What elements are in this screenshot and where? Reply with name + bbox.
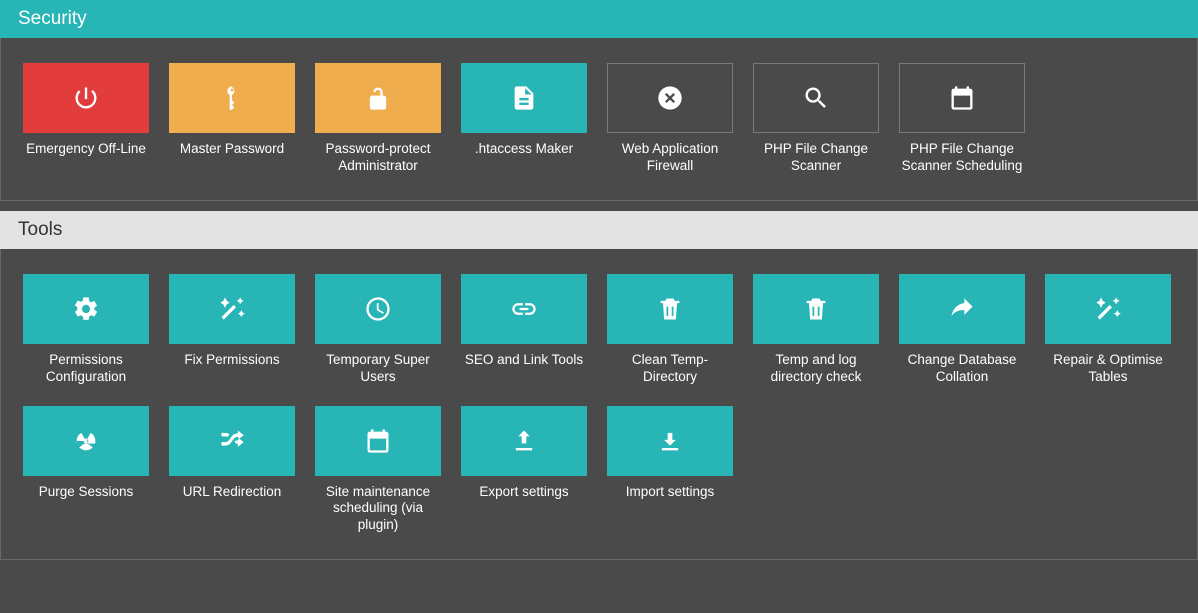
shuffle-icon (169, 406, 295, 476)
security-panel-body: Emergency Off-Line Master Password Passwor… (0, 38, 1198, 201)
master-password-tile[interactable]: Master Password (169, 63, 295, 175)
trash-icon (753, 274, 879, 344)
tools-panel-title: Tools (18, 219, 62, 240)
php-file-change-scanner-tile[interactable]: PHP File Change Scanner (753, 63, 879, 175)
power-icon (23, 63, 149, 133)
circle-x-icon (607, 63, 733, 133)
link-icon (461, 274, 587, 344)
search-icon (753, 63, 879, 133)
tile-label: Site maintenance scheduling (via plugin) (315, 484, 441, 535)
wand-icon (169, 274, 295, 344)
import-icon (607, 406, 733, 476)
export-settings-tile[interactable]: Export settings (461, 406, 587, 535)
tile-label: Purge Sessions (39, 484, 134, 501)
tile-label: Master Password (180, 141, 284, 158)
file-icon (461, 63, 587, 133)
permissions-configuration-tile[interactable]: Permissions Configuration (23, 274, 149, 386)
security-panel-title: Security (18, 8, 87, 29)
clock-icon (315, 274, 441, 344)
temporary-super-users-tile[interactable]: Temporary Super Users (315, 274, 441, 386)
calendar-icon (899, 63, 1025, 133)
clean-temp-directory-tile[interactable]: Clean Temp-Directory (607, 274, 733, 386)
seo-and-link-tools-tile[interactable]: SEO and Link Tools (461, 274, 587, 386)
web-application-firewall-tile[interactable]: Web Application Firewall (607, 63, 733, 175)
tile-label: PHP File Change Scanner Scheduling (899, 141, 1025, 175)
tile-label: Export settings (479, 484, 568, 501)
tile-label: SEO and Link Tools (465, 352, 583, 369)
share-icon (899, 274, 1025, 344)
tools-panel-header: Tools (0, 211, 1198, 249)
tile-label: Import settings (626, 484, 715, 501)
php-file-change-scanner-scheduling-tile[interactable]: PHP File Change Scanner Scheduling (899, 63, 1025, 175)
tile-label: Password-protect Administrator (315, 141, 441, 175)
security-panel-header: Security (0, 0, 1198, 38)
tile-label: Clean Temp-Directory (607, 352, 733, 386)
gear-icon (23, 274, 149, 344)
site-maintenance-scheduling-via-plugin-tile[interactable]: Site maintenance scheduling (via plugin) (315, 406, 441, 535)
fix-permissions-tile[interactable]: Fix Permissions (169, 274, 295, 386)
tools-panel: Tools Permissions Configuration Fix Permi… (0, 211, 1198, 560)
temp-and-log-directory-check-tile[interactable]: Temp and log directory check (753, 274, 879, 386)
import-settings-tile[interactable]: Import settings (607, 406, 733, 535)
wand-icon (1045, 274, 1171, 344)
tile-label: Fix Permissions (184, 352, 279, 369)
unlock-icon (315, 63, 441, 133)
tile-label: URL Redirection (183, 484, 282, 501)
security-grid: Emergency Off-Line Master Password Passwor… (23, 63, 1175, 175)
tile-label: PHP File Change Scanner (753, 141, 879, 175)
tile-label: Temp and log directory check (753, 352, 879, 386)
purge-sessions-tile[interactable]: Purge Sessions (23, 406, 149, 535)
radiation-icon (23, 406, 149, 476)
security-panel: Security Emergency Off-Line Master Passwo… (0, 0, 1198, 201)
tile-label: Permissions Configuration (23, 352, 149, 386)
tile-label: Temporary Super Users (315, 352, 441, 386)
password-protect-administrator-tile[interactable]: Password-protect Administrator (315, 63, 441, 175)
tools-panel-body: Permissions Configuration Fix Permissions… (0, 249, 1198, 560)
tile-label: Repair & Optimise Tables (1045, 352, 1171, 386)
trash-icon (607, 274, 733, 344)
repair-optimise-tables-tile[interactable]: Repair & Optimise Tables (1045, 274, 1171, 386)
key-icon (169, 63, 295, 133)
change-database-collation-tile[interactable]: Change Database Collation (899, 274, 1025, 386)
emergency-off-line-tile[interactable]: Emergency Off-Line (23, 63, 149, 175)
tile-label: Web Application Firewall (607, 141, 733, 175)
calendar-icon (315, 406, 441, 476)
tools-grid: Permissions Configuration Fix Permissions… (23, 274, 1175, 534)
url-redirection-tile[interactable]: URL Redirection (169, 406, 295, 535)
tile-label: Change Database Collation (899, 352, 1025, 386)
tile-label: Emergency Off-Line (26, 141, 146, 158)
tile-label: .htaccess Maker (475, 141, 573, 158)
htaccess-maker-tile[interactable]: .htaccess Maker (461, 63, 587, 175)
export-icon (461, 406, 587, 476)
